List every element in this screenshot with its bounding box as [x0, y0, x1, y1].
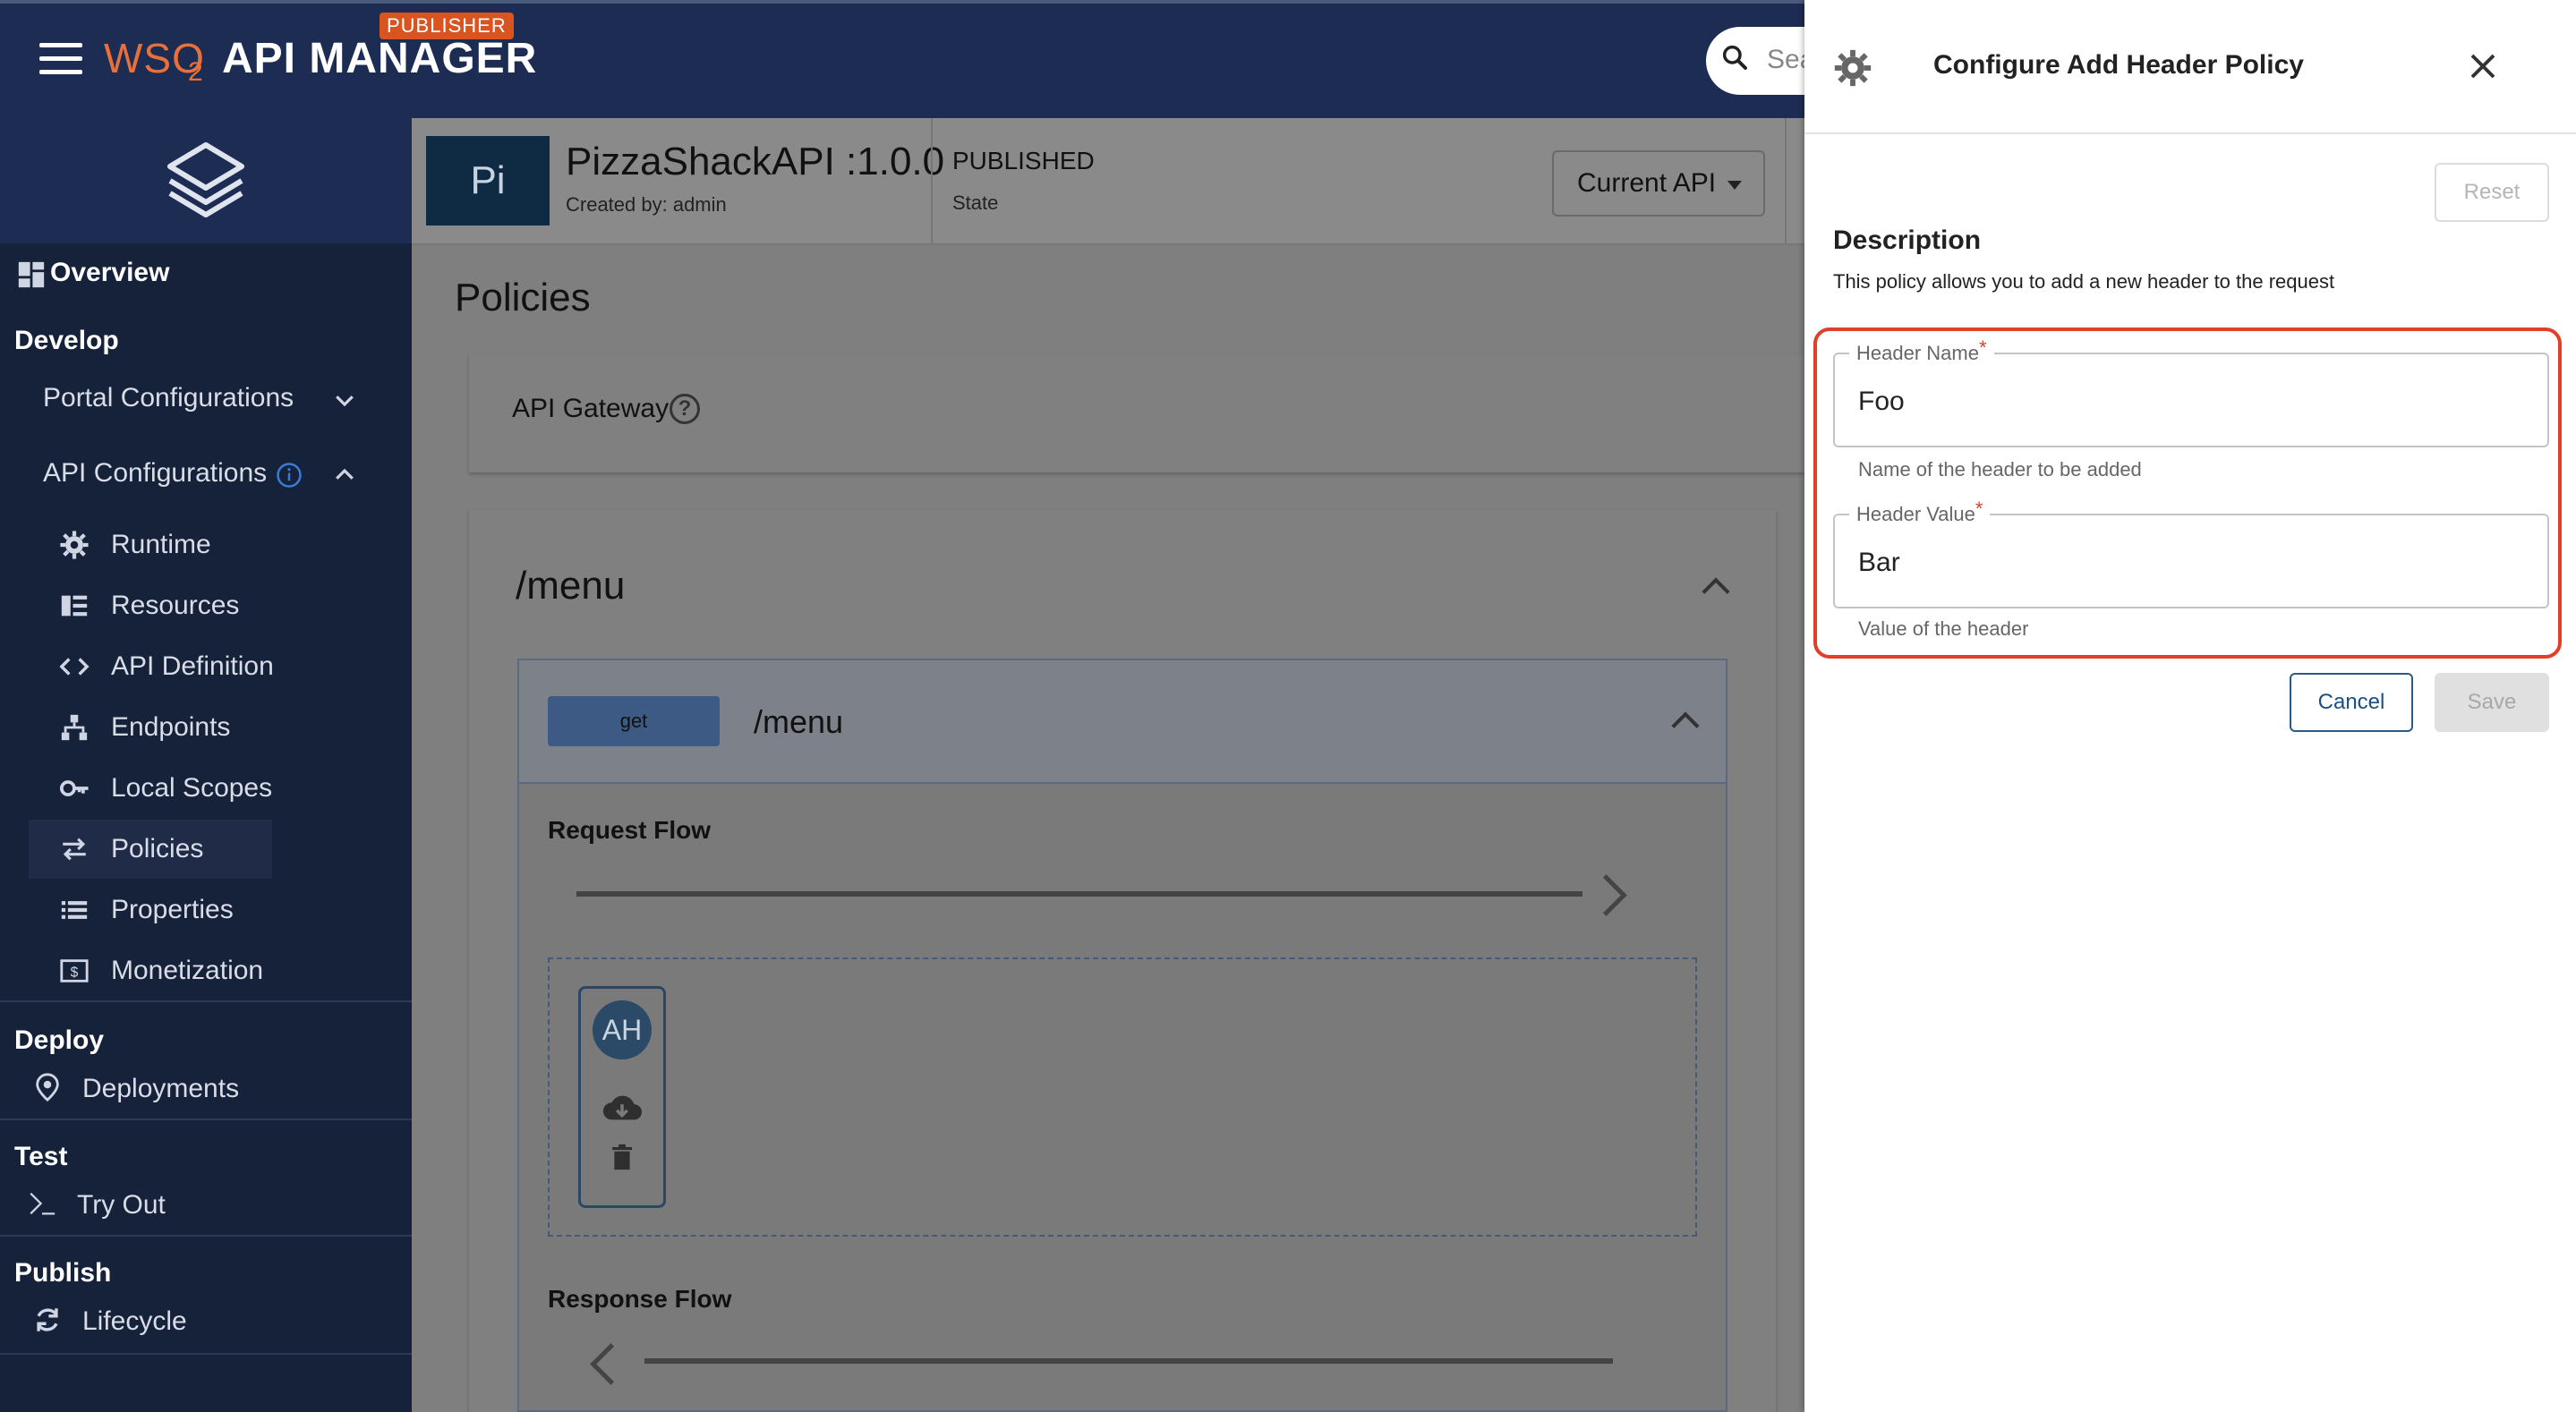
sidebar: [0, 118, 412, 1412]
response-flow-line: [644, 1358, 1613, 1364]
header-value-field[interactable]: [1833, 514, 2549, 608]
caret-down-icon[interactable]: [1727, 181, 1742, 190]
header-name-input[interactable]: Foo: [1858, 387, 1905, 417]
resource-path: /menu: [516, 564, 626, 608]
api-thumbnail: Pi: [426, 136, 550, 225]
list-icon: [61, 901, 88, 919]
swap-arrows-icon: [63, 838, 86, 861]
sidebar-divider: [0, 1119, 412, 1120]
info-icon[interactable]: [276, 462, 303, 489]
cancel-button[interactable]: Cancel: [2290, 673, 2413, 732]
request-flow-label: Request Flow: [548, 816, 712, 844]
header-divider: [931, 118, 933, 243]
section-publish: Publish: [14, 1258, 112, 1288]
response-flow-label: Response Flow: [548, 1285, 732, 1313]
sidebar-item-api-definition[interactable]: API Definition: [111, 651, 274, 682]
sidebar-item-overview[interactable]: Overview: [50, 258, 169, 288]
description-title: Description: [1833, 225, 1982, 255]
header-value-help: Value of the header: [1858, 617, 2029, 640]
request-flow-line: [576, 891, 1582, 897]
resources-icon: [61, 595, 88, 617]
publisher-badge: PUBLISHER: [380, 13, 514, 39]
cloud-download-icon[interactable]: [601, 1093, 643, 1122]
page-title: Policies: [455, 276, 591, 319]
sidebar-item-api-configurations[interactable]: API Configurations: [43, 458, 267, 489]
settings-gear-icon: [1834, 49, 1872, 87]
drawer-title: Configure Add Header Policy: [1933, 50, 2304, 80]
header-divider: [1785, 118, 1787, 243]
api-state-label: State: [952, 191, 999, 214]
header-value-input[interactable]: Bar: [1858, 548, 1900, 578]
sidebar-item-resources[interactable]: Resources: [111, 591, 239, 621]
sidebar-item-runtime[interactable]: Runtime: [111, 530, 211, 560]
save-button[interactable]: Save: [2435, 673, 2549, 732]
trash-icon[interactable]: [612, 1144, 632, 1170]
overview-grid-icon: [18, 261, 45, 288]
sidebar-divider: [0, 1235, 412, 1237]
api-title: PizzaShackAPI :1.0.0: [566, 140, 945, 183]
sidebar-divider: [0, 1000, 412, 1002]
page: WSO 2 API MANAGER PUBLISHER Sea Overview…: [0, 0, 2576, 1412]
reset-button[interactable]: Reset: [2435, 163, 2549, 222]
sidebar-item-lifecycle[interactable]: Lifecycle: [82, 1306, 187, 1337]
header-name-help: Name of the header to be added: [1858, 458, 2142, 481]
header-name-label: Header Name*: [1849, 336, 1994, 365]
header-name-label-text: Header Name: [1856, 342, 1979, 364]
drawer-header-divider: [1804, 132, 2576, 134]
policy-drop-zone[interactable]: [548, 957, 1697, 1237]
endpoints-icon: [61, 714, 88, 741]
operation-path: /menu: [754, 703, 844, 740]
header-value-label-text: Header Value: [1856, 503, 1975, 525]
terminal-icon: [30, 1192, 55, 1215]
http-method-badge: get: [548, 696, 720, 746]
policy-avatar: AH: [593, 1000, 652, 1059]
key-icon: [59, 780, 89, 796]
sidebar-divider: [0, 1353, 412, 1355]
chevron-down-icon[interactable]: [331, 387, 358, 413]
version-select-label[interactable]: Current API: [1577, 168, 1716, 199]
header-value-label: Header Value*: [1849, 498, 1991, 526]
monetization-icon: $: [60, 959, 89, 982]
lifecycle-icon: [37, 1308, 58, 1331]
required-marker: *: [1975, 498, 1983, 520]
close-icon[interactable]: [2467, 50, 2499, 82]
code-icon: [59, 658, 90, 676]
app-name: API MANAGER: [222, 35, 538, 82]
sidebar-item-properties[interactable]: Properties: [111, 895, 234, 925]
api-state-value: PUBLISHED: [952, 147, 1095, 174]
search-icon[interactable]: [1720, 43, 1749, 72]
chevron-up-icon[interactable]: [331, 462, 358, 489]
deployments-icon: [36, 1073, 59, 1102]
api-stack-logo-icon: [167, 142, 244, 217]
section-test: Test: [14, 1142, 68, 1171]
required-marker: *: [1978, 336, 1987, 359]
sidebar-item-deployments[interactable]: Deployments: [82, 1074, 239, 1104]
hamburger-menu-icon[interactable]: [39, 43, 84, 75]
header-name-field[interactable]: [1833, 353, 2549, 447]
api-created-by: Created by: admin: [566, 193, 727, 216]
sidebar-item-try-out[interactable]: Try Out: [77, 1190, 166, 1221]
gateway-label: API Gateway: [512, 394, 670, 423]
wso2-logo-subscript: 2: [188, 57, 203, 87]
sidebar-item-monetization[interactable]: Monetization: [111, 956, 263, 986]
section-deploy: Deploy: [14, 1025, 105, 1055]
sidebar-item-portal-configurations[interactable]: Portal Configurations: [43, 383, 294, 413]
description-text: This policy allows you to add a new head…: [1833, 270, 2335, 293]
sidebar-item-endpoints[interactable]: Endpoints: [111, 712, 230, 743]
sidebar-item-local-scopes[interactable]: Local Scopes: [111, 773, 272, 804]
help-icon[interactable]: ?: [670, 394, 700, 424]
gear-icon: [60, 531, 89, 559]
section-develop: Develop: [14, 326, 119, 355]
sidebar-item-policies[interactable]: Policies: [111, 834, 203, 864]
svg-text:$: $: [71, 965, 79, 980]
